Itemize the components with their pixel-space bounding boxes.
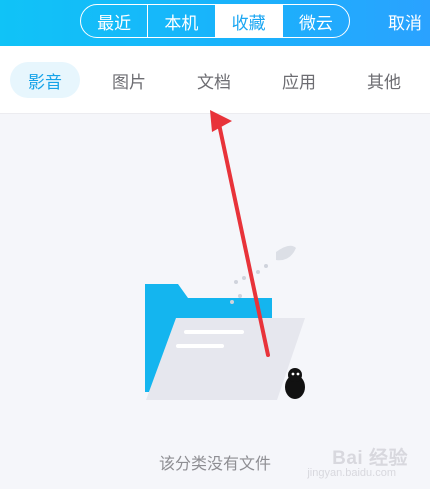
dot: [242, 276, 246, 280]
tab-media[interactable]: 影音: [10, 62, 80, 98]
leaf-icon: [276, 245, 296, 261]
source-segmented-control: 最近 本机 收藏 微云: [80, 4, 350, 38]
tab-apps[interactable]: 应用: [264, 62, 334, 98]
dot: [234, 280, 238, 284]
dot: [256, 270, 260, 274]
paper-line-1: [184, 330, 244, 334]
segment-weiyun[interactable]: 微云: [283, 5, 349, 37]
watermark-brand: Bai 经验: [332, 448, 408, 469]
penguin-icon: [285, 368, 305, 399]
tab-documents[interactable]: 文档: [179, 62, 249, 98]
segment-recent[interactable]: 最近: [81, 5, 149, 37]
paper-line-2: [176, 344, 224, 348]
category-tab-bar: 影音 图片 文档 应用 其他: [0, 46, 430, 114]
dot: [264, 264, 268, 268]
empty-folder-illustration: [145, 245, 305, 400]
tab-other[interactable]: 其他: [349, 62, 419, 98]
watermark-url: jingyan.baidu.com: [307, 467, 396, 479]
segment-favorites[interactable]: 收藏: [215, 5, 283, 37]
dot: [230, 300, 234, 304]
dot: [238, 294, 242, 298]
segment-local[interactable]: 本机: [148, 5, 216, 37]
top-header-bar: 最近 本机 收藏 微云 取消: [0, 0, 430, 46]
tab-images[interactable]: 图片: [94, 62, 164, 98]
file-picker-screen: 最近 本机 收藏 微云 取消 影音 图片 文档 应用 其他 该分类没有文件 Ba…: [0, 0, 430, 489]
cancel-button[interactable]: 取消: [388, 4, 422, 38]
